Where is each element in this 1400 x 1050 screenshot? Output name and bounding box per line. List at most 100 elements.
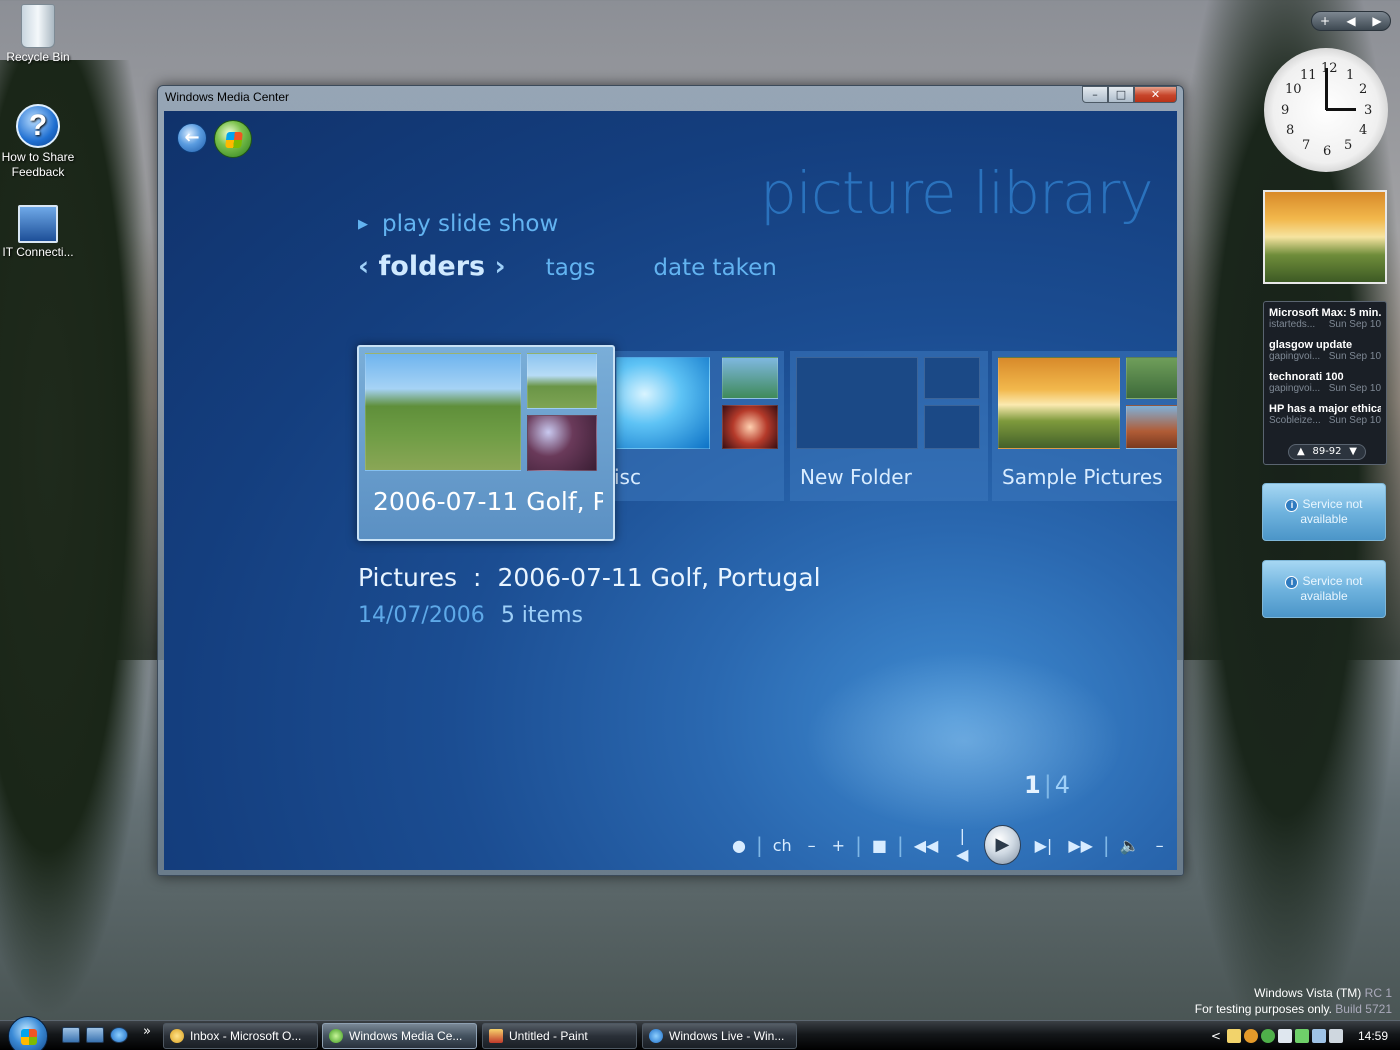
build-watermark: Windows Vista (TM) RC 1 For testing purp…: [1195, 985, 1392, 1017]
feed-date: Sun Sep 10: [1328, 383, 1381, 394]
feed-date: Sun Sep 10: [1328, 319, 1381, 330]
desktop-icon-label: IT Connecti...: [2, 245, 74, 259]
feed-item[interactable]: Microsoft Max: 5 min... istarteds... Sun …: [1269, 307, 1381, 339]
add-gadget-button[interactable]: +: [1312, 12, 1338, 30]
outlook-icon: [170, 1029, 184, 1043]
feed-up-button[interactable]: ▲: [1297, 445, 1305, 459]
mail-icon[interactable]: [1226, 1029, 1241, 1043]
page-current: 1: [1024, 771, 1041, 799]
media-center-start-icon[interactable]: [214, 120, 252, 158]
view-tabs: ‹ folders › tags date taken: [358, 251, 835, 282]
watermark-release: RC 1: [1364, 986, 1392, 1000]
tab-label: folders: [378, 251, 486, 282]
taskbar-button-outlook[interactable]: Inbox - Microsoft O...: [163, 1023, 318, 1049]
channel-up-button[interactable]: +: [832, 836, 845, 855]
folder-thumbnail: [616, 357, 710, 449]
recycle-bin-icon: [21, 4, 55, 48]
feed-item[interactable]: glasgow update gapingvoi... Sun Sep 10: [1269, 339, 1381, 371]
desktop-icon-recycle-bin[interactable]: Recycle Bin: [0, 4, 76, 65]
folder-tile-golf-portugal[interactable]: 2006-07-11 Golf, Portugal: [357, 345, 615, 541]
tab-folders[interactable]: ‹ folders ›: [358, 251, 506, 282]
volume-down-button[interactable]: –: [1156, 836, 1164, 855]
page-divider: |: [1043, 771, 1052, 799]
notification-area: < 14:59: [1200, 1021, 1400, 1050]
security-icon[interactable]: [1243, 1029, 1258, 1043]
play-slide-show-button[interactable]: ▶ play slide show: [358, 211, 558, 237]
record-button[interactable]: ●: [732, 836, 746, 855]
selection-item-count: 5 items: [500, 603, 583, 628]
taskbar-clock[interactable]: 14:59: [1358, 1029, 1388, 1043]
folder-tile-label: 2006-07-11 Golf, Portugal: [373, 487, 603, 516]
back-arrow-icon[interactable]: ←: [177, 123, 207, 153]
feed-headline: HP has a major ethica...: [1269, 403, 1381, 415]
window-titlebar[interactable]: Windows Media Center – □ ✕: [158, 86, 1183, 110]
feed-item[interactable]: HP has a major ethica... Scobleize... Sun…: [1269, 403, 1381, 435]
previous-button[interactable]: |◀: [954, 826, 970, 864]
folder-thumbnail: [1126, 357, 1177, 399]
desktop-icon-label: Recycle Bin: [6, 50, 70, 64]
show-hidden-icons-button[interactable]: <: [1211, 1029, 1221, 1043]
clock-numeral: 8: [1286, 123, 1295, 138]
internet-explorer-icon: [649, 1029, 663, 1043]
folder-thumbnail: [527, 415, 597, 471]
folder-gallery: isc New Folder Sample Pictures: [164, 351, 1177, 511]
feed-headlines-gadget: Microsoft Max: 5 min... istarteds... Sun …: [1263, 301, 1387, 465]
switch-windows-icon[interactable]: [86, 1027, 104, 1043]
desktop-icon-it-connection[interactable]: IT Connecti...: [0, 205, 76, 260]
taskbar-button-media-center[interactable]: Windows Media Ce...: [322, 1023, 477, 1049]
page-total: 4: [1054, 771, 1071, 799]
folder-thumbnail: [796, 357, 918, 449]
stop-button[interactable]: ■: [872, 836, 887, 855]
taskbar-button-paint[interactable]: Untitled - Paint: [482, 1023, 637, 1049]
taskbar-button-label: Windows Media Ce...: [349, 1029, 463, 1043]
folder-tile-sample-pictures[interactable]: Sample Pictures: [992, 351, 1177, 501]
service-status: Service not: [1302, 497, 1363, 511]
start-button[interactable]: [8, 1016, 48, 1050]
clock-numeral: 12: [1321, 61, 1338, 76]
desktop-icon-share-feedback[interactable]: ? How to Share Feedback: [0, 104, 76, 180]
network-icon[interactable]: [1311, 1029, 1326, 1043]
clock-numeral: 10: [1285, 82, 1302, 97]
folder-thumbnail: [924, 357, 980, 399]
minimize-button[interactable]: –: [1082, 86, 1108, 103]
windows-flag-icon: [225, 132, 243, 148]
clock-minute-hand: [1325, 68, 1328, 110]
watermark-build: Build 5721: [1335, 1002, 1392, 1016]
quick-launch-more-button[interactable]: »: [143, 1024, 151, 1039]
play-button[interactable]: ▶: [984, 825, 1021, 865]
mute-button[interactable]: 🔈: [1120, 836, 1140, 855]
sidebar-next-button[interactable]: ▶: [1364, 12, 1390, 30]
folder-tile-disc[interactable]: isc: [610, 351, 784, 501]
service-gadget[interactable]: i Service not available: [1262, 483, 1386, 541]
fast-forward-button[interactable]: ▶▶: [1068, 836, 1093, 855]
clock-gadget[interactable]: 12 1 2 3 4 5 6 7 8 9 10 11: [1264, 48, 1388, 172]
play-triangle-icon: ▶: [358, 217, 368, 232]
paint-icon: [489, 1029, 503, 1043]
maximize-button[interactable]: □: [1108, 86, 1134, 103]
power-icon[interactable]: [1294, 1029, 1309, 1043]
rewind-button[interactable]: ◀◀: [914, 836, 939, 855]
feed-item[interactable]: technorati 100 gapingvoi... Sun Sep 10: [1269, 371, 1381, 403]
media-center-window: Windows Media Center – □ ✕ ← picture lib…: [157, 85, 1184, 876]
service-gadget[interactable]: i Service not available: [1262, 560, 1386, 618]
volume-icon[interactable]: [1328, 1029, 1343, 1043]
taskbar-button-windows-live[interactable]: Windows Live - Win...: [642, 1023, 797, 1049]
media-center-client: ← picture library ▶ play slide show ‹ fol…: [164, 111, 1177, 870]
feed-source: gapingvoi...: [1269, 351, 1321, 362]
info-icon: i: [1285, 499, 1299, 512]
close-button[interactable]: ✕: [1134, 86, 1177, 103]
feed-down-button[interactable]: ▼: [1349, 445, 1357, 459]
slideshow-gadget[interactable]: [1263, 190, 1387, 284]
internet-explorer-icon[interactable]: [110, 1027, 128, 1043]
tab-tags[interactable]: tags: [546, 255, 596, 281]
calendar-icon[interactable]: [1277, 1029, 1292, 1043]
channel-down-button[interactable]: –: [808, 836, 816, 855]
watermark-os: Windows Vista (TM): [1254, 986, 1362, 1000]
next-button[interactable]: ▶|: [1035, 836, 1053, 855]
show-desktop-icon[interactable]: [62, 1027, 80, 1043]
messenger-icon[interactable]: [1260, 1029, 1275, 1043]
folder-tile-new-folder[interactable]: New Folder: [790, 351, 988, 501]
feed-headline: glasgow update: [1269, 339, 1353, 351]
sidebar-prev-button[interactable]: ◀: [1338, 12, 1364, 30]
tab-date-taken[interactable]: date taken: [653, 255, 777, 281]
